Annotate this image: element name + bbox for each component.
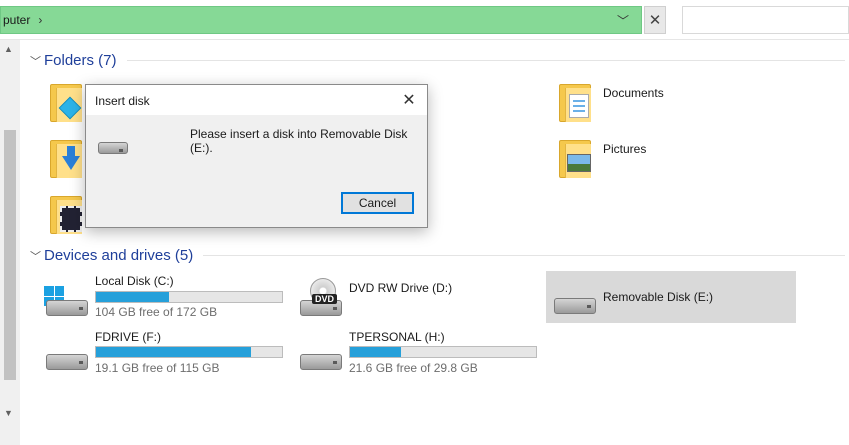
search-input[interactable] xyxy=(682,6,849,34)
drive-free-space: 19.1 GB free of 115 GB xyxy=(95,361,220,375)
address-path[interactable]: puter xyxy=(3,13,30,27)
windows-drive-icon[interactable] xyxy=(44,286,92,322)
address-bar[interactable]: puter › ﹀ xyxy=(0,6,642,34)
dialog-message: Please insert a disk into Removable Disk… xyxy=(190,127,408,155)
documents-folder-icon[interactable] xyxy=(555,80,599,124)
collapse-chevron-icon[interactable]: ﹀ xyxy=(30,53,44,69)
videos-folder-icon[interactable] xyxy=(46,192,90,236)
usage-bar xyxy=(95,346,283,358)
drive-icon[interactable] xyxy=(298,340,346,376)
divider xyxy=(126,60,845,61)
usage-bar xyxy=(95,291,283,303)
drive-name[interactable]: TPERSONAL (H:) xyxy=(349,330,445,344)
collapse-chevron-icon[interactable]: ﹀ xyxy=(30,248,44,264)
drive-name[interactable]: FDRIVE (F:) xyxy=(95,330,161,344)
folders-section-header[interactable]: ﹀ Folders (7) xyxy=(30,52,845,69)
vertical-scrollbar[interactable]: ▲ ▼ xyxy=(0,40,20,445)
insert-disk-dialog: Insert disk ✕ Please insert a disk into … xyxy=(85,84,428,228)
chevron-down-icon[interactable]: ﹀ xyxy=(617,12,629,29)
usage-fill xyxy=(96,292,170,302)
cancel-button[interactable]: Cancel xyxy=(341,192,414,214)
dvd-badge: DVD xyxy=(312,294,338,304)
drive-name[interactable]: Local Disk (C:) xyxy=(95,274,174,288)
scroll-down-icon[interactable]: ▼ xyxy=(4,408,13,418)
folder-name[interactable]: Documents xyxy=(603,86,664,100)
dialog-titlebar[interactable]: Insert disk ✕ xyxy=(86,85,427,115)
toolbar: puter › ﹀ ✕ xyxy=(0,0,849,40)
section-title: Devices and drives (5) xyxy=(44,247,194,264)
drive-name[interactable]: DVD RW Drive (D:) xyxy=(349,281,452,295)
drive-name[interactable]: Removable Disk (E:) xyxy=(603,290,713,304)
scrollbar-thumb[interactable] xyxy=(4,130,16,380)
scroll-up-icon[interactable]: ▲ xyxy=(4,44,13,54)
removable-disk-icon xyxy=(98,140,130,158)
objects-folder-icon[interactable] xyxy=(46,80,90,124)
dvd-drive-icon[interactable]: DVD xyxy=(298,278,346,316)
folder-name[interactable]: Pictures xyxy=(603,142,646,156)
clear-address-button[interactable]: ✕ xyxy=(644,6,666,34)
removable-disk-icon[interactable] xyxy=(552,284,600,320)
close-icon[interactable]: ✕ xyxy=(399,90,419,110)
drive-icon[interactable] xyxy=(44,340,92,376)
usage-fill xyxy=(350,347,402,357)
usage-bar xyxy=(349,346,537,358)
usage-fill xyxy=(96,347,252,357)
drives-section-header[interactable]: ﹀ Devices and drives (5) xyxy=(30,247,845,264)
downloads-folder-icon[interactable] xyxy=(46,136,90,180)
drive-free-space: 104 GB free of 172 GB xyxy=(95,305,218,319)
file-explorer-window: puter › ﹀ ✕ ▲ ▼ ﹀ Folders (7) Documents … xyxy=(0,0,849,445)
dialog-title: Insert disk xyxy=(95,94,150,108)
divider xyxy=(203,255,845,256)
pictures-folder-icon[interactable] xyxy=(555,136,599,180)
section-title: Folders (7) xyxy=(44,52,117,69)
breadcrumb-chevron-icon[interactable]: › xyxy=(38,13,42,27)
drive-free-space: 21.6 GB free of 29.8 GB xyxy=(349,361,478,375)
